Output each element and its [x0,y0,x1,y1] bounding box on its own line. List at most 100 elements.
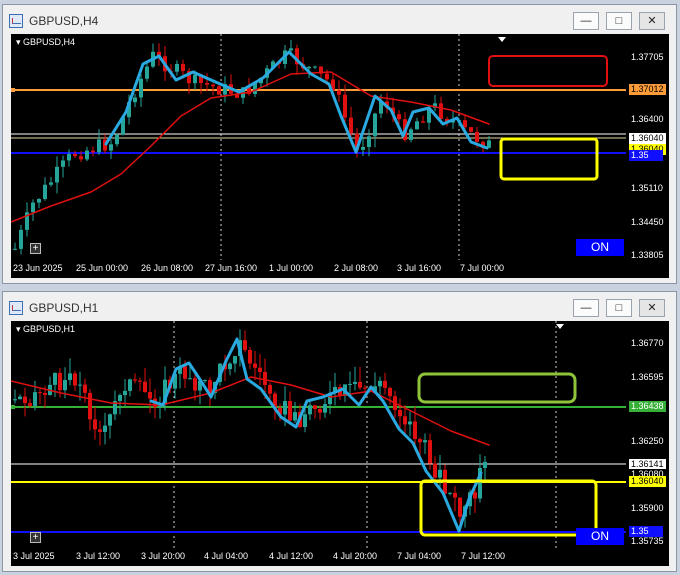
candle-body [88,392,92,420]
symbol-label: ▾ GBPUSD,H4 [16,37,76,47]
candle-body [448,492,452,494]
candle-body [103,425,107,432]
time-tick: 27 Jun 16:00 [205,263,258,273]
time-tick: 7 Jul 00:00 [460,263,505,273]
shift-marker-icon [498,37,506,42]
target-zone-box [488,55,608,87]
candle-body [13,399,17,401]
candle-body [13,248,17,250]
close-button[interactable]: ✕ [639,12,665,30]
candle-body [458,497,462,517]
candle-body [243,340,247,351]
candle-body [211,84,215,87]
time-tick: 26 Jun 08:00 [141,263,194,273]
candle-body [148,392,152,399]
candle-body [49,182,53,185]
chart-window-icon [9,301,23,315]
candle-body [233,356,237,364]
price-tick: 1.35110 [631,183,663,193]
price-tick: 1.37705 [631,52,664,62]
candle-body [438,469,442,478]
window-title: GBPUSD,H1 [29,301,99,315]
minimize-button[interactable]: — [573,12,599,30]
candle-body [55,166,59,183]
on-button[interactable]: ON [576,528,624,545]
time-tick: 1 Jul 00:00 [269,263,314,273]
maximize-button[interactable]: □ [606,299,632,317]
candle-body [337,90,341,95]
symbol-label: ▾ GBPUSD,H1 [16,324,76,334]
chart-canvas [11,321,626,548]
chart-window-h1: GBPUSD,H1 — □ ✕ ▾ GBPUSD,H1 1.36770 1.36… [2,291,677,572]
candle-body [473,492,477,499]
price-tick: 1.33805 [631,250,664,260]
chart-window-icon [9,14,23,28]
time-tick: 7 Jul 12:00 [461,551,506,561]
chart-canvas [11,34,626,260]
candle-body [93,419,97,430]
candle-body [109,144,113,151]
candle-body [258,367,262,372]
candle-body [31,202,35,213]
window-title: GBPUSD,H4 [29,14,99,28]
candle-body [205,82,209,85]
close-button[interactable]: ✕ [639,299,665,317]
candle-body [453,492,457,498]
candle-body [193,378,197,391]
chart-area-h1[interactable]: ▾ GBPUSD,H1 1.36770 1.36595 1.36250 1.35… [11,321,669,566]
candle-body [378,380,382,387]
candle-body [288,401,292,421]
candle-body [63,379,67,391]
candle-body [383,380,387,388]
minimize-button[interactable]: — [573,299,599,317]
dropdown-triangle-icon: ▾ [16,324,21,334]
candle-body [293,412,297,421]
candle-body [138,380,142,382]
candle-body [403,416,407,425]
candle-body [58,372,62,391]
candle-body [18,396,22,400]
candle-body [203,380,207,382]
blue-level-label: 1.35 [629,526,663,537]
candle-body [183,366,187,379]
candle-body [61,160,65,167]
time-tick: 4 Jul 12:00 [269,551,314,561]
chart-window-h4: GBPUSD,H4 — □ ✕ ▾ GBPUSD,H4 1.37705 1.36… [2,4,677,284]
time-tick: 3 Jul 16:00 [397,263,442,273]
maximize-button[interactable]: □ [606,12,632,30]
price-tick: 1.36250 [631,436,664,446]
candle-body [289,48,293,51]
time-tick: 4 Jul 04:00 [204,551,249,561]
plus-button[interactable]: + [30,532,41,543]
candle-body [408,421,412,425]
candle-body [73,154,77,157]
shift-marker-icon [556,324,564,329]
time-tick: 3 Jul 2025 [13,551,55,561]
white-level-label: 1.36040 [629,133,666,144]
candle-body [73,373,77,386]
green-level-label: 1.36438 [629,401,666,412]
chart-area-h4[interactable]: ▾ GBPUSD,H4 1.37705 1.36400 1.35110 1.34… [11,34,669,278]
candle-body [37,199,41,203]
candle-body [145,66,149,79]
blue-level-label: 1.35 [629,150,663,161]
price-tick: 1.34450 [631,217,664,227]
time-tick: 25 Jun 00:00 [76,263,129,273]
candle-body [409,129,413,140]
candle-body [428,440,432,464]
candle-body [143,381,147,393]
time-tick: 7 Jul 04:00 [397,551,442,561]
candle-body [398,409,402,417]
time-tick: 3 Jul 20:00 [141,551,186,561]
candle-body [397,114,401,120]
candle-body [358,381,362,388]
candle-body [348,383,352,385]
support-zone-box [419,479,598,537]
candle-body [367,136,371,147]
plus-button[interactable]: + [30,243,41,254]
candle-body [343,94,347,118]
candle-body [418,439,422,443]
candle-body [115,134,119,145]
candle-body [43,392,47,395]
on-button[interactable]: ON [576,239,624,256]
